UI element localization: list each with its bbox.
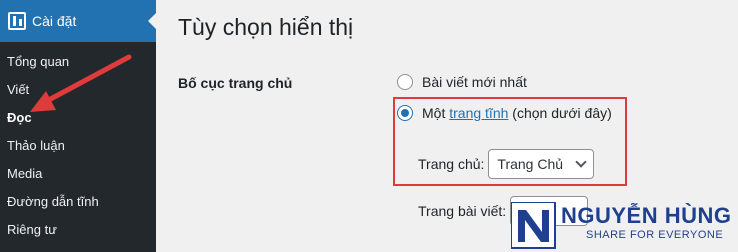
admin-sidebar: Cài đặt Tổng quan Viết Đọc Thảo luận Med… [0,0,156,252]
homepage-select-row: Trang chủ: Trang Chủ [418,149,595,179]
homepage-select-label: Trang chủ: [418,156,485,172]
watermark-name: NGUYỄN HÙNG [561,203,732,228]
homepage-display-label: Bố cục trang chủ [178,75,293,91]
radio-latest-posts-button[interactable] [397,74,413,90]
chevron-down-icon [575,156,587,168]
menu-current-pointer [148,13,156,29]
sidebar-item-writing[interactable]: Viết [0,76,156,104]
sidebar-item-discussion[interactable]: Thảo luận [0,132,156,160]
sidebar-item-privacy[interactable]: Riêng tư [0,216,156,244]
posts-page-select-label: Trang bài viết: [418,203,507,219]
sidebar-item-media[interactable]: Media [0,160,156,188]
settings-menu-header[interactable]: Cài đặt [0,0,156,42]
sidebar-item-permalinks[interactable]: Đường dẫn tĩnh [0,188,156,216]
radio-latest-posts[interactable]: Bài viết mới nhất [397,74,527,90]
homepage-select-value: Trang Chủ [497,156,564,172]
page-title: Tùy chọn hiển thị [178,14,354,40]
radio-latest-posts-label: Bài viết mới nhất [422,74,527,90]
homepage-select[interactable]: Trang Chủ [488,149,595,179]
watermark-tagline: SHARE FOR EVERYONE [586,229,724,241]
watermark-logo-icon [511,202,556,249]
sidebar-item-reading[interactable]: Đọc [0,104,156,132]
settings-submenu: Tổng quan Viết Đọc Thảo luận Media Đường… [0,48,156,244]
settings-sliders-icon [8,12,26,30]
settings-menu-label: Cài đặt [32,13,77,29]
sidebar-item-general[interactable]: Tổng quan [0,48,156,76]
